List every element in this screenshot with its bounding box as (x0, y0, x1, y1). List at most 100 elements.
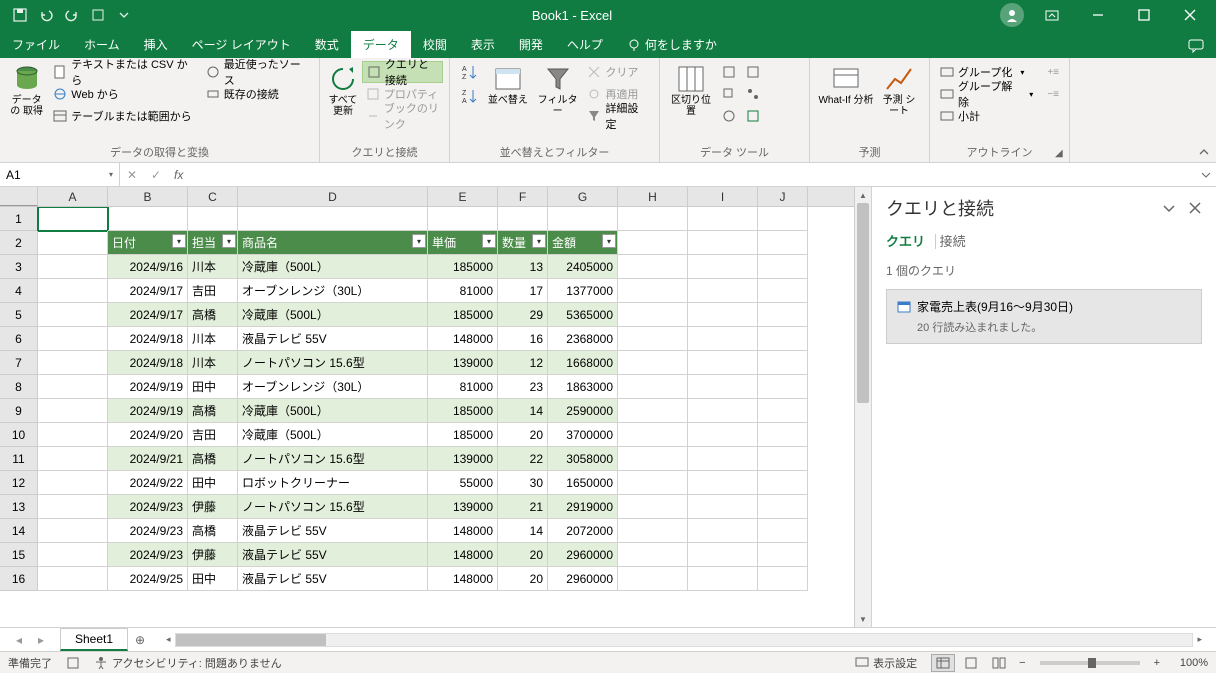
cell[interactable]: ロボットクリーナー (238, 471, 428, 495)
column-header-H[interactable]: H (618, 187, 688, 206)
row-header-9[interactable]: 9 (0, 399, 38, 423)
filter-dropdown-button[interactable]: ▾ (172, 234, 186, 248)
advanced-filter-button[interactable]: 詳細設定 (583, 105, 653, 127)
cell[interactable]: 2919000 (548, 495, 618, 519)
hscroll-thumb[interactable] (176, 634, 326, 646)
formula-input[interactable] (189, 168, 1196, 182)
scroll-down-button[interactable]: ▼ (855, 611, 871, 627)
close-button[interactable] (1172, 0, 1208, 30)
cell[interactable] (758, 471, 808, 495)
cell[interactable]: 185000 (428, 303, 498, 327)
row-header-13[interactable]: 13 (0, 495, 38, 519)
flash-fill-button[interactable] (718, 61, 740, 83)
horizontal-scrollbar[interactable]: ◂ ▸ (162, 633, 1206, 647)
cell[interactable]: 高橋 (188, 447, 238, 471)
cell[interactable]: 2024/9/23 (108, 543, 188, 567)
refresh-all-button[interactable]: すべて 更新 (326, 61, 360, 121)
filter-button[interactable]: フィルター (534, 61, 582, 121)
cell[interactable]: オーブンレンジ（30L） (238, 375, 428, 399)
cell[interactable] (618, 567, 688, 591)
cell[interactable]: 21 (498, 495, 548, 519)
cell[interactable] (38, 447, 108, 471)
cell[interactable]: 2024/9/25 (108, 567, 188, 591)
pane-close-button[interactable] (1188, 201, 1202, 215)
cell[interactable] (38, 519, 108, 543)
cell[interactable]: 冷蔵庫（500L） (238, 255, 428, 279)
cell[interactable]: 17 (498, 279, 548, 303)
name-box[interactable]: ▾ (0, 163, 120, 186)
tab-ファイル[interactable]: ファイル (0, 31, 72, 58)
cell[interactable] (618, 471, 688, 495)
cell[interactable] (38, 543, 108, 567)
undo-button[interactable] (36, 5, 56, 25)
pane-collapse-button[interactable] (1162, 201, 1176, 215)
cell[interactable] (758, 495, 808, 519)
existing-connections-button[interactable]: 既存の接続 (202, 83, 313, 105)
cell[interactable]: 液晶テレビ 55V (238, 567, 428, 591)
cell[interactable]: 高橋 (188, 303, 238, 327)
cell[interactable] (618, 423, 688, 447)
accessibility-status[interactable]: アクセシビリティ: 問題ありません (94, 655, 282, 671)
name-box-dropdown[interactable]: ▾ (109, 170, 113, 179)
row-header-15[interactable]: 15 (0, 543, 38, 567)
cell[interactable]: 伊藤 (188, 495, 238, 519)
get-data-button[interactable]: データの 取得 (6, 61, 47, 121)
minimize-button[interactable] (1080, 0, 1116, 30)
cell[interactable] (688, 567, 758, 591)
cell[interactable] (618, 231, 688, 255)
customize-qat-button[interactable] (114, 5, 134, 25)
dialog-launcher[interactable]: ◢ (1055, 148, 1067, 160)
queries-connections-button[interactable]: クエリと接続 (362, 61, 443, 83)
scroll-up-button[interactable]: ▲ (855, 187, 871, 203)
column-header-D[interactable]: D (238, 187, 428, 206)
cell[interactable]: 伊藤 (188, 543, 238, 567)
enter-formula-button[interactable]: ✓ (144, 163, 168, 186)
sort-asc-button[interactable]: AZ (456, 61, 482, 83)
cell[interactable] (38, 495, 108, 519)
cell[interactable]: 川本 (188, 255, 238, 279)
cell[interactable]: 2024/9/20 (108, 423, 188, 447)
cell[interactable] (38, 423, 108, 447)
cell[interactable] (38, 351, 108, 375)
sheet-tab[interactable]: Sheet1 (60, 628, 128, 651)
tab-データ[interactable]: データ (351, 31, 411, 58)
cell[interactable] (618, 495, 688, 519)
filter-dropdown-button[interactable]: ▾ (222, 234, 236, 248)
cell[interactable]: 液晶テレビ 55V (238, 519, 428, 543)
cell[interactable] (618, 351, 688, 375)
pane-tab-queries[interactable]: クエリ (886, 234, 936, 249)
cell[interactable]: 185000 (428, 399, 498, 423)
cell[interactable]: 単価▾ (428, 231, 498, 255)
cell[interactable] (688, 231, 758, 255)
zoom-in-button[interactable]: + (1150, 657, 1164, 669)
cell[interactable]: 数量▾ (498, 231, 548, 255)
tab-校閲[interactable]: 校閲 (411, 31, 459, 58)
ungroup-button[interactable]: グループ解除▾ (936, 83, 1037, 105)
cell[interactable]: 2960000 (548, 567, 618, 591)
add-sheet-button[interactable]: ⊕ (128, 628, 152, 652)
row-header-16[interactable]: 16 (0, 567, 38, 591)
grid-body[interactable]: 12日付▾担当▾商品名▾単価▾数量▾金額▾32024/9/16川本冷蔵庫（500… (0, 207, 854, 627)
cell[interactable] (618, 447, 688, 471)
tell-me-search[interactable]: 何をしますか (615, 31, 729, 58)
cell[interactable] (688, 399, 758, 423)
cell[interactable] (758, 423, 808, 447)
pane-tab-connections[interactable]: 接続 (940, 234, 976, 249)
sheet-nav[interactable]: ◂▸ (0, 633, 60, 647)
column-header-J[interactable]: J (758, 187, 808, 206)
sort-desc-button[interactable]: ZA (456, 85, 482, 107)
cell[interactable]: 81000 (428, 279, 498, 303)
cell[interactable] (188, 207, 238, 231)
cell[interactable] (38, 375, 108, 399)
cell[interactable]: 13 (498, 255, 548, 279)
cell[interactable] (758, 303, 808, 327)
cell[interactable]: 2024/9/18 (108, 327, 188, 351)
column-header-F[interactable]: F (498, 187, 548, 206)
cell[interactable]: 田中 (188, 567, 238, 591)
cell[interactable] (688, 327, 758, 351)
whatif-button[interactable]: What-If 分析 (816, 61, 876, 110)
row-header-14[interactable]: 14 (0, 519, 38, 543)
cell[interactable] (38, 231, 108, 255)
comments-button[interactable] (1176, 34, 1216, 58)
cell[interactable]: 高橋 (188, 399, 238, 423)
